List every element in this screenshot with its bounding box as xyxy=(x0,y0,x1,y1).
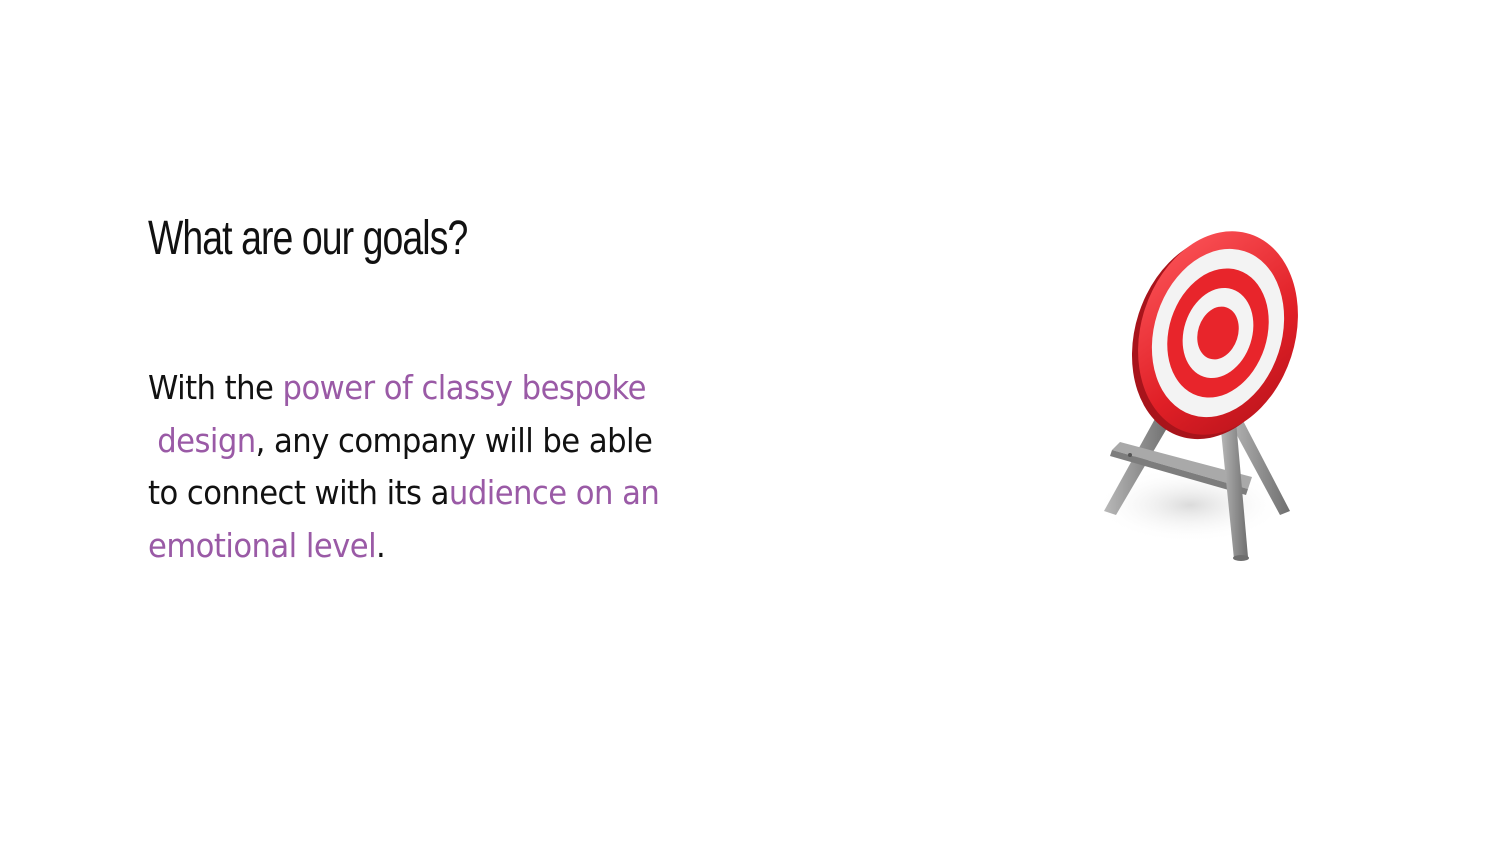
body-text-plain: to connect with its a xyxy=(148,473,449,512)
body-text-highlight: udience on an xyxy=(448,473,660,512)
body-text-highlight: emotional level xyxy=(148,525,377,565)
body-line: emotional level. xyxy=(148,520,743,573)
body-line: design, any company will be able xyxy=(148,415,743,468)
slide: What are our goals? With the power of cl… xyxy=(0,0,1500,843)
body-text-highlight: power of classy bespoke xyxy=(282,368,647,407)
body-line: to connect with its audience on an xyxy=(148,467,743,520)
body-text-plain: , any company will be able xyxy=(255,420,653,460)
body-text-plain: With the xyxy=(148,368,283,407)
body-text-highlight: design xyxy=(148,420,256,460)
slide-title: What are our goals? xyxy=(148,212,468,265)
body-text-plain: . xyxy=(376,525,386,565)
body-line: With the power of classy bespoke xyxy=(148,362,743,415)
archery-target-icon xyxy=(1095,231,1298,561)
slide-body-text: With the power of classy bespoke design,… xyxy=(148,362,743,572)
